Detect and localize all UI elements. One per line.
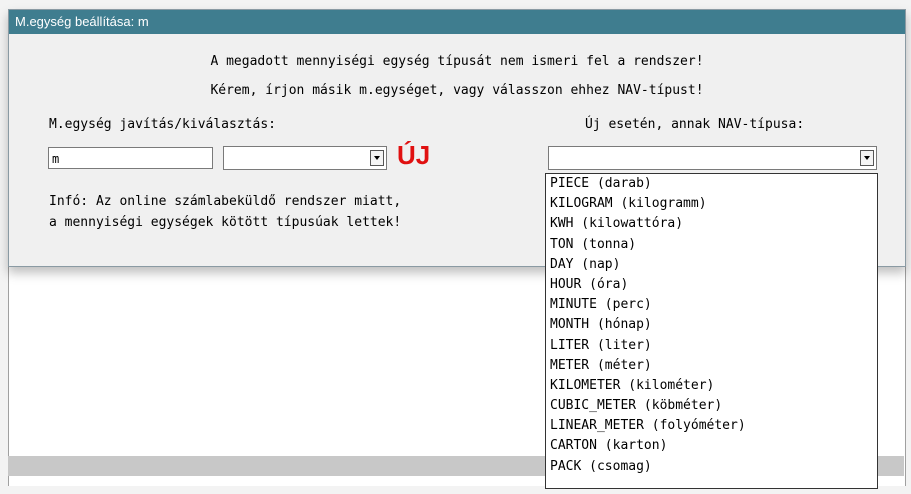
list-item[interactable]: CARTON (karton) bbox=[546, 436, 877, 456]
info-line-1: Infó: Az online számlabeküldő rendszer m… bbox=[49, 194, 402, 209]
list-item[interactable]: LITER (liter) bbox=[546, 336, 877, 356]
list-item[interactable]: PACK (csomag) bbox=[546, 457, 877, 477]
message-line-1: A megadott mennyiségi egység típusát nem… bbox=[210, 54, 704, 69]
unit-input[interactable]: m bbox=[48, 147, 213, 169]
list-item[interactable]: PIECE (darab) bbox=[546, 174, 877, 194]
list-item[interactable]: HOUR (óra) bbox=[546, 275, 877, 295]
window-title: M.egység beállítása: m bbox=[9, 10, 905, 34]
list-item[interactable]: KILOGRAM (kilogramm) bbox=[546, 194, 877, 214]
info-line-2: a mennyiségi egységek kötött típusúak le… bbox=[49, 215, 402, 230]
nav-type-select[interactable] bbox=[548, 146, 877, 170]
list-item[interactable]: MONTH (hónap) bbox=[546, 315, 877, 335]
list-item[interactable]: DAY (nap) bbox=[546, 255, 877, 275]
list-item[interactable]: KILOMETER (kilométer) bbox=[546, 376, 877, 396]
chevron-down-icon[interactable] bbox=[370, 150, 384, 166]
chevron-down-icon[interactable] bbox=[860, 150, 874, 166]
message-line-2: Kérem, írjon másik m.egységet, vagy vála… bbox=[210, 83, 704, 98]
list-item[interactable]: CUBIC_METER (köbméter) bbox=[546, 396, 877, 416]
list-item[interactable]: MINUTE (perc) bbox=[546, 295, 877, 315]
unit-select[interactable] bbox=[223, 146, 387, 170]
unit-fix-label: M.egység javítás/kiválasztás: bbox=[49, 117, 276, 132]
nav-type-dropdown-list[interactable]: PIECE (darab) KILOGRAM (kilogramm) KWH (… bbox=[545, 173, 878, 489]
nav-type-label: Új esetén, annak NAV-típusa: bbox=[585, 117, 805, 132]
list-item[interactable]: METER (méter) bbox=[546, 356, 877, 376]
new-badge: ÚJ bbox=[397, 140, 431, 170]
list-item[interactable]: LINEAR_METER (folyóméter) bbox=[546, 416, 877, 436]
list-item[interactable]: TON (tonna) bbox=[546, 235, 877, 255]
list-item[interactable]: KWH (kilowattóra) bbox=[546, 214, 877, 234]
